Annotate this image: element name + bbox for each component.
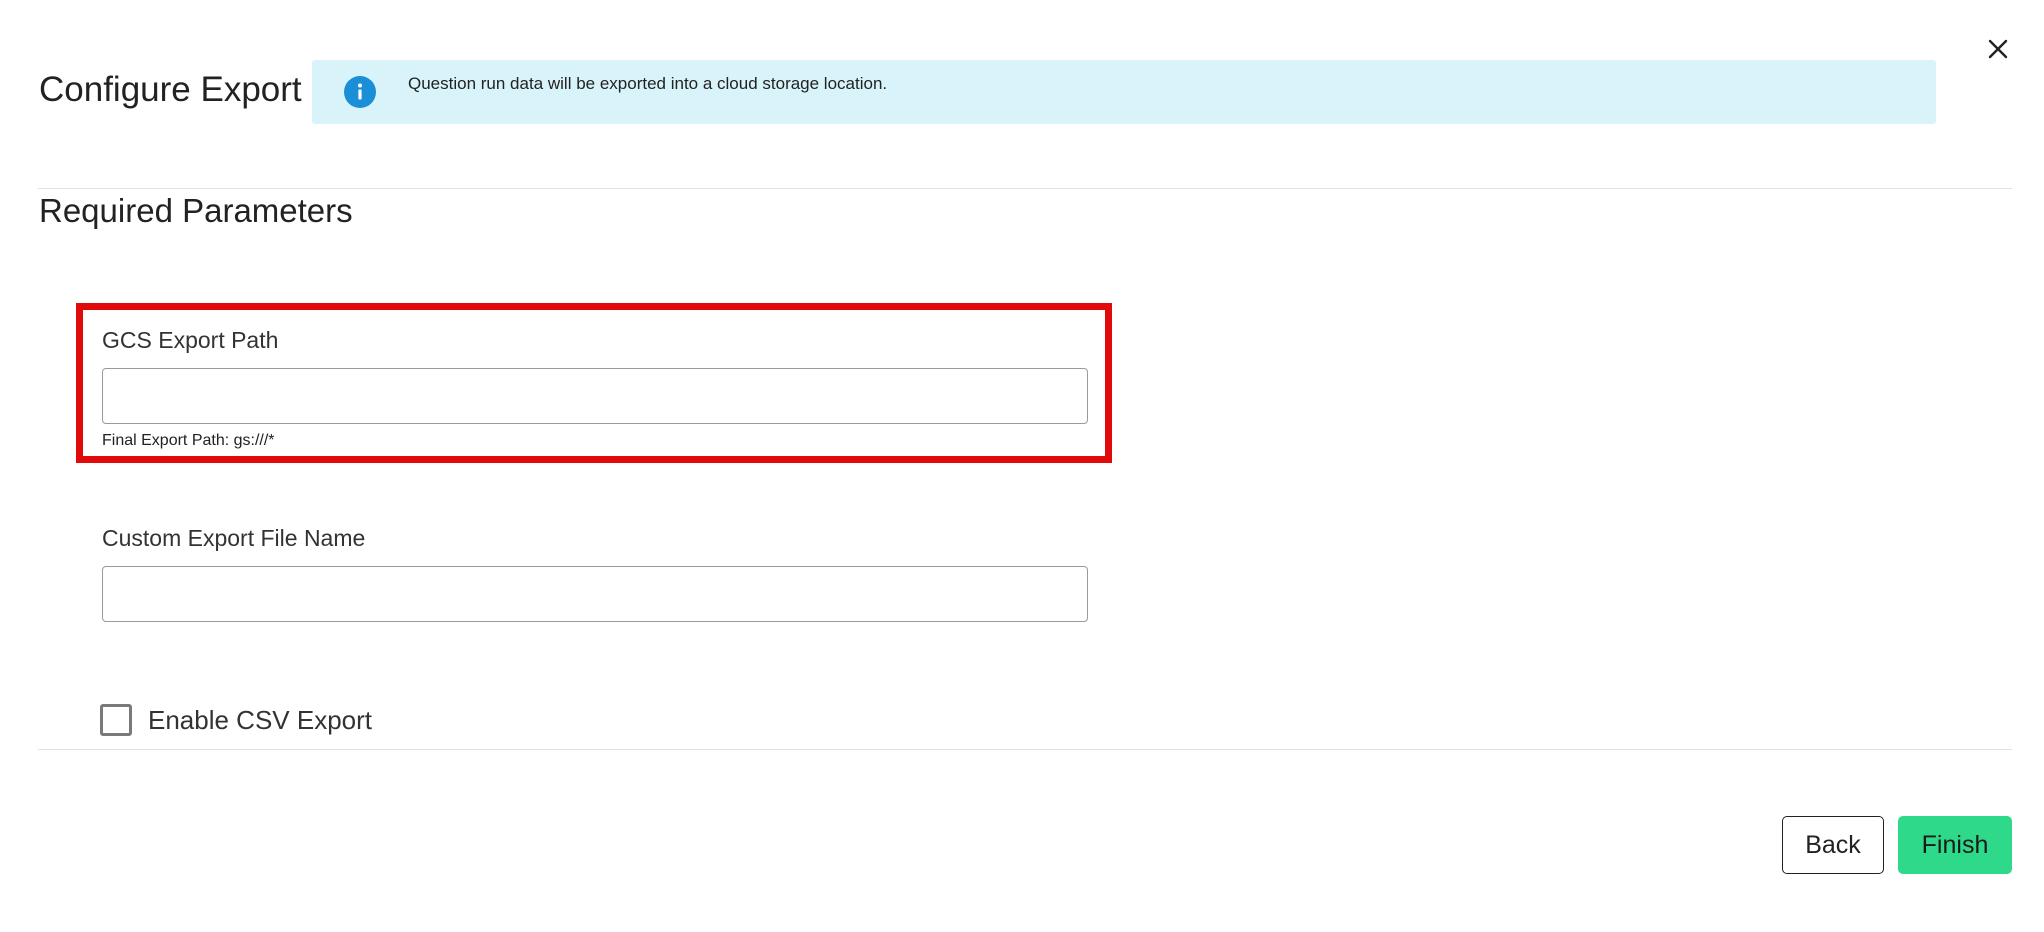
back-button[interactable]: Back <box>1782 816 1884 874</box>
info-banner-message: Question run data will be exported into … <box>408 74 888 93</box>
enable-csv-export-label[interactable]: Enable CSV Export <box>148 705 372 736</box>
info-icon <box>344 76 376 108</box>
custom-export-file-name-input[interactable] <box>102 566 1088 622</box>
dialog-title: Configure Export <box>39 70 302 109</box>
close-button[interactable] <box>1982 33 2014 65</box>
header-divider <box>38 188 2012 189</box>
section-title-required-parameters: Required Parameters <box>39 192 353 229</box>
custom-export-file-name-label: Custom Export File Name <box>102 525 366 551</box>
finish-button[interactable]: Finish <box>1898 816 2012 874</box>
info-banner: Question run data will be exported into … <box>312 60 1936 124</box>
gcs-export-path-label: GCS Export Path <box>102 327 279 353</box>
gcs-export-path-input[interactable] <box>102 368 1088 424</box>
configure-export-dialog: Configure Export Question run data will … <box>0 0 2044 932</box>
close-icon <box>1988 39 2008 59</box>
enable-csv-export-checkbox[interactable] <box>100 704 132 736</box>
footer-divider <box>38 749 2012 750</box>
final-export-path-helper: Final Export Path: gs:///* <box>102 432 275 449</box>
